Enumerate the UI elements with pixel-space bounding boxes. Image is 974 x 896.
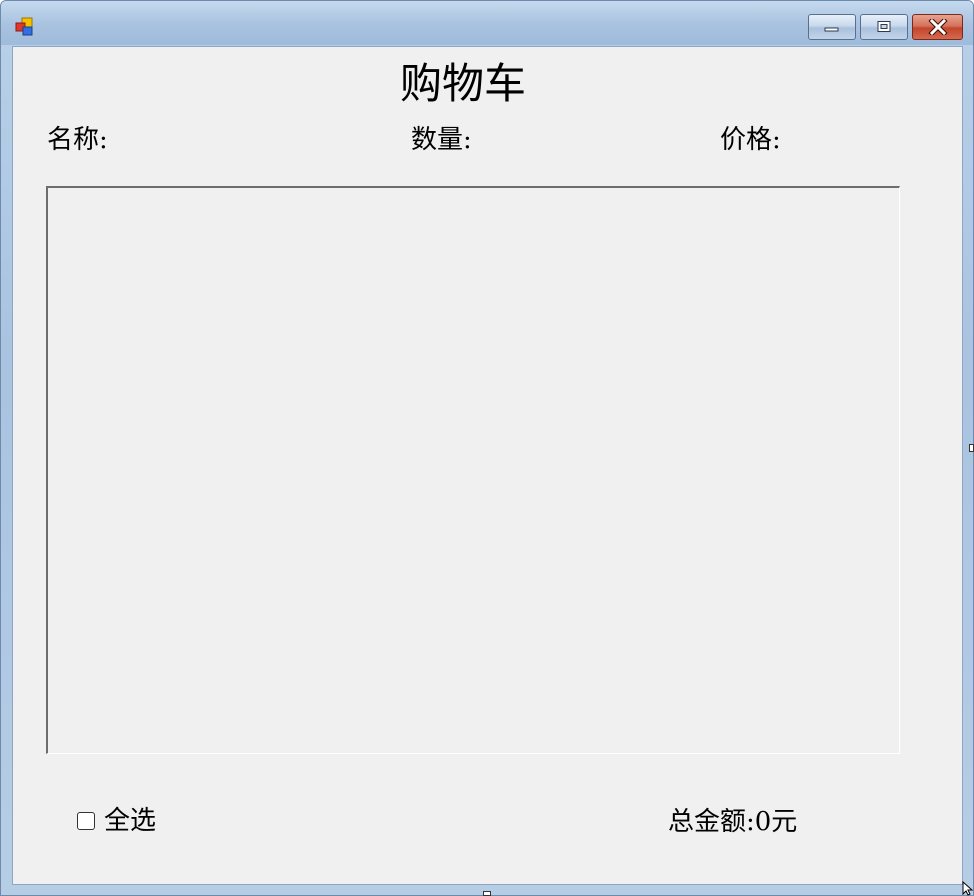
maximize-icon xyxy=(877,21,891,32)
minimize-button[interactable] xyxy=(808,14,856,40)
total-amount-label: 总金额:0元 xyxy=(668,807,798,837)
minimize-icon xyxy=(824,27,839,32)
resize-handle-right[interactable] xyxy=(969,444,974,452)
app-window: 购物车 名称: 数量: 价格: 全选 总金额:0元 xyxy=(0,0,974,896)
form-client-area: 购物车 名称: 数量: 价格: 全选 总金额:0元 xyxy=(12,46,963,885)
page-title: 购物车 xyxy=(400,59,527,108)
cart-items-panel[interactable] xyxy=(46,186,900,754)
resize-grip-icon[interactable] xyxy=(962,880,974,896)
resize-handle-bottom[interactable] xyxy=(483,891,491,896)
quantity-column-label: 数量: xyxy=(411,125,472,155)
maximize-button[interactable] xyxy=(860,14,908,40)
price-column-label: 价格: xyxy=(720,125,781,155)
name-column-label: 名称: xyxy=(47,125,108,155)
close-icon xyxy=(927,19,948,35)
checkbox-box[interactable] xyxy=(77,812,95,830)
select-all-checkbox[interactable]: 全选 xyxy=(77,808,156,834)
app-window-icon xyxy=(15,17,33,36)
select-all-label[interactable]: 全选 xyxy=(104,808,156,834)
title-bar[interactable] xyxy=(1,1,973,45)
close-button[interactable] xyxy=(912,14,963,40)
